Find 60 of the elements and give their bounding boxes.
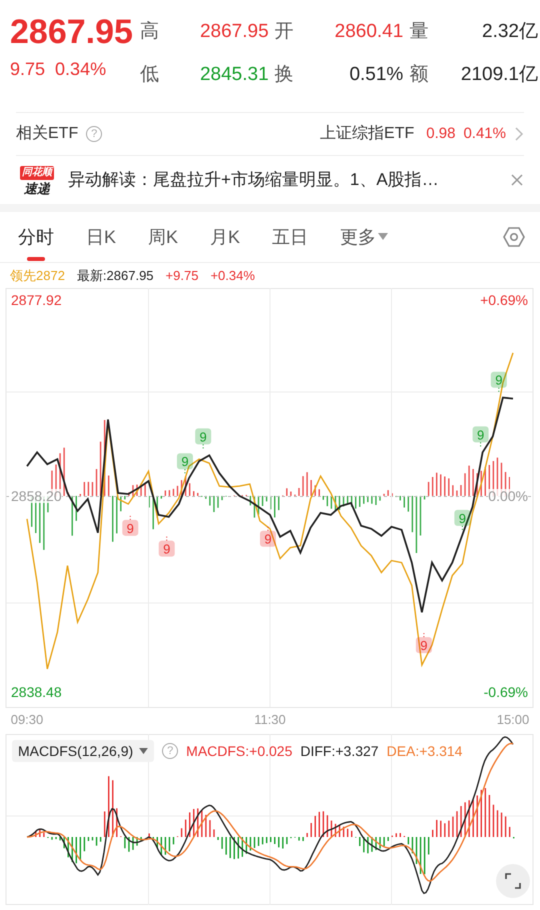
time-label: 11:30 [253, 711, 287, 729]
chart-tab[interactable]: 月K [210, 217, 240, 257]
etf-price: 0.98 [426, 124, 456, 144]
indicator-value: DIFF:+3.327 [300, 742, 379, 760]
close-icon[interactable] [510, 173, 524, 187]
time-label: 09:30 [10, 711, 44, 729]
annotation: 9 [126, 520, 134, 536]
annotation: 9 [181, 454, 189, 470]
legend-change-percent: +0.34% [210, 266, 255, 285]
annotation: 9 [163, 542, 170, 557]
chart-tab[interactable]: 五日 [272, 217, 308, 257]
indicator-selector[interactable]: MACDFS(12,26,9) [12, 740, 154, 762]
chart-tab[interactable]: 日K [86, 217, 116, 257]
stat-label: 量 [409, 20, 428, 44]
price-change: 9.75 [10, 58, 46, 81]
time-label: 15:00 [496, 711, 530, 729]
stat-value: 2109.1亿 [460, 62, 538, 86]
axis-label: -0.69% [484, 684, 528, 699]
annotation: 9 [458, 510, 466, 526]
caret-down-icon [378, 233, 388, 241]
axis-label: 2858.20 [11, 489, 62, 503]
etf-label: 相关ETF [16, 124, 78, 144]
annotation: 9 [200, 429, 207, 444]
logo-text: 速递 [24, 182, 50, 194]
stat-label: 低 [140, 62, 159, 86]
annotation: 9 [476, 427, 484, 442]
fullscreen-icon [505, 873, 521, 889]
axis-label: 2877.92 [11, 293, 62, 308]
stat-value: 2845.31 [200, 62, 269, 86]
chevron-right-icon[interactable] [514, 126, 524, 142]
legend-change: +9.75 [166, 266, 198, 285]
etf-change: 0.41% [463, 124, 506, 144]
axis-label: 2838.48 [11, 684, 62, 699]
stat-label: 开 [274, 20, 294, 44]
indicator-value: MACDFS:+0.025 [186, 742, 292, 760]
stat-value: 2867.95 [200, 20, 269, 44]
stat-label: 额 [409, 62, 428, 86]
chart-tab[interactable]: 更多 [340, 217, 388, 257]
fullscreen-button[interactable] [496, 864, 530, 898]
annotation: 9 [264, 532, 272, 547]
stat-label: 高 [140, 20, 159, 44]
chart-tab[interactable]: 周K [148, 217, 178, 257]
stat-value: 0.51% [349, 62, 404, 86]
axis-label: +0.69% [480, 293, 528, 308]
axis-label: 0.00% [488, 489, 528, 503]
stat-value: 2.32亿 [482, 20, 538, 44]
annotation: 9 [495, 372, 502, 388]
legend-latest: 最新:2867.95 [76, 266, 154, 285]
current-price: 2867.95 [10, 12, 134, 52]
settings-icon[interactable] [502, 225, 526, 249]
annotation: 9 [420, 638, 428, 654]
stat-value: 2860.41 [334, 20, 404, 44]
etf-name[interactable]: 上证综指ETF [320, 122, 414, 146]
indicator-value: DEA:+3.314 [386, 742, 462, 760]
caret-down-icon [139, 748, 148, 754]
legend-lead: 领先2872 [10, 266, 65, 285]
logo-text: 同花顺 [20, 166, 54, 180]
stat-label: 换 [274, 62, 294, 86]
news-headline[interactable]: 异动解读：尾盘拉升+市场缩量明显。1、A股指… [68, 167, 510, 193]
price-change-percent: 0.34% [55, 58, 106, 81]
